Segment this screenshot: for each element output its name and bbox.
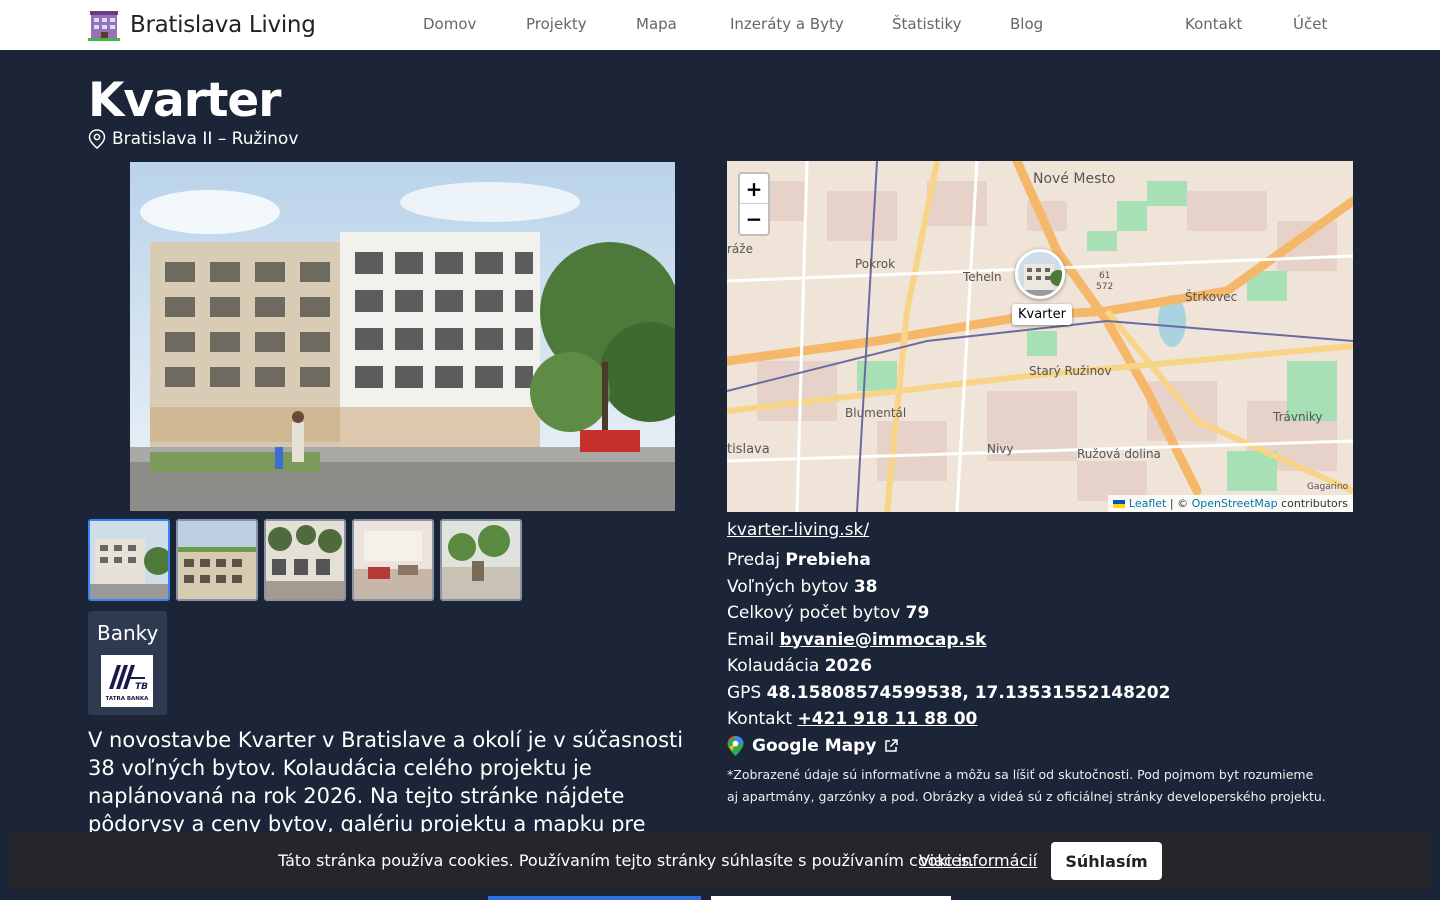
total-units-label: Celkový počet bytov <box>727 603 906 623</box>
map-marker[interactable] <box>1015 249 1065 299</box>
google-maps-label: Google Mapy <box>752 735 877 756</box>
email-label: Email <box>727 629 780 650</box>
sale-value: Prebieha <box>785 550 871 570</box>
project-description: V novostavbe Kvarter v Bratislave a okol… <box>88 728 684 836</box>
map-label: ráže <box>727 242 753 256</box>
map-label: Teheln <box>962 270 1002 284</box>
bank-name: TATRA BANKA <box>106 696 150 702</box>
map-label: Štrkovec <box>1185 289 1237 304</box>
gps-row: GPS 48.15808574599538, 17.13531552148202 <box>727 680 1347 707</box>
total-units-row: Celkový počet bytov 79 <box>727 600 1347 627</box>
zoom-out-button[interactable]: − <box>740 204 768 234</box>
phone-link[interactable]: +421 918 11 88 00 <box>797 709 977 729</box>
svg-text:TB: TB <box>135 682 148 692</box>
map-label: Gagarino <box>1307 482 1349 492</box>
nav-link-mapa[interactable]: Mapa <box>636 15 677 33</box>
gps-label: GPS <box>727 682 767 703</box>
gallery-thumbnail[interactable] <box>352 519 434 601</box>
nav-link-projekty[interactable]: Projekty <box>526 15 587 33</box>
sale-label: Predaj <box>727 550 786 570</box>
disclaimer-note: *Zobrazené údaje sú informatívne a môžu … <box>727 766 1326 804</box>
partially-hidden-button[interactable] <box>711 896 951 900</box>
free-units-value: 38 <box>853 576 878 597</box>
map-attribution: Leaflet | © OpenStreetMap contributors <box>1108 495 1353 512</box>
ukraine-flag-icon <box>1113 500 1126 508</box>
gallery-thumbnail[interactable] <box>176 519 258 601</box>
top-navbar: Bratislava Living Domov Projekty Mapa In… <box>0 0 1440 50</box>
marker-tooltip: Kvarter <box>1012 304 1072 325</box>
google-maps-link[interactable]: Google Mapy <box>727 733 1347 759</box>
nav-link-kontakt[interactable]: Kontakt <box>1185 15 1242 33</box>
gallery-thumbnail[interactable] <box>440 519 522 601</box>
free-units-label: Voľných bytov <box>727 576 854 597</box>
zoom-in-button[interactable]: + <box>740 174 768 204</box>
cookie-message: Táto stránka používa cookies. Používaním… <box>278 851 975 870</box>
banks-title: Banky <box>97 621 159 645</box>
brand[interactable]: Bratislava Living <box>88 8 316 42</box>
gallery-thumbnails <box>88 519 522 601</box>
location-text: Bratislava II – Ružinov <box>112 129 299 149</box>
leaflet-link[interactable]: Leaflet <box>1129 497 1166 510</box>
gallery-thumbnail[interactable] <box>264 519 346 601</box>
map-label: Nivy <box>987 442 1014 456</box>
nav-link-statistiky[interactable]: Štatistiky <box>892 15 962 33</box>
marker-building-image <box>1018 252 1062 296</box>
map-label: Blumentál <box>845 406 906 420</box>
main-project-image[interactable] <box>130 162 675 511</box>
cookie-banner: Táto stránka používa cookies. Používaním… <box>10 832 1430 890</box>
map-tiles: Nové Mesto Pokrok Teheln Štrkovec Starý … <box>727 161 1353 512</box>
free-units-row: Voľných bytov 38 <box>727 574 1347 601</box>
cookie-accept-button[interactable]: Súhlasím <box>1051 842 1162 880</box>
contact-row: Kontakt +421 918 11 88 00 <box>727 706 1347 733</box>
nav-link-blog[interactable]: Blog <box>1010 15 1043 33</box>
map-zoom-control: + − <box>738 172 770 236</box>
map-label: Pokrok <box>855 257 895 271</box>
map-label: Starý Ružinov <box>1029 364 1112 378</box>
total-units-value: 79 <box>905 603 930 623</box>
map-label: Trávniky <box>1272 410 1323 424</box>
nav-link-domov[interactable]: Domov <box>423 15 476 33</box>
map-label: 572 <box>1096 282 1113 292</box>
location-pin-icon <box>88 129 106 149</box>
osm-link[interactable]: OpenStreetMap <box>1192 497 1278 510</box>
gallery-thumbnail[interactable] <box>88 519 170 601</box>
google-maps-icon <box>727 735 744 756</box>
email-row: Email byvanie@immocap.sk <box>727 627 1347 654</box>
completion-value: 2026 <box>824 656 873 676</box>
banks-box: Banky TB TATRA BANKA <box>88 611 167 715</box>
building-render-image <box>130 162 675 511</box>
map-label: Ružová dolina <box>1077 447 1161 461</box>
cookie-more-info-link[interactable]: Viac informácií <box>919 851 1037 870</box>
contact-label: Kontakt <box>727 709 798 729</box>
project-location: Bratislava II – Ružinov <box>88 129 298 149</box>
page-title: Kvarter <box>88 73 281 128</box>
project-map[interactable]: Nové Mesto Pokrok Teheln Štrkovec Starý … <box>727 161 1353 512</box>
website-link[interactable]: kvarter-living.sk/ <box>727 520 1347 543</box>
project-details: kvarter-living.sk/ Predaj Prebieha Voľný… <box>727 520 1347 808</box>
completion-label: Kolaudácia <box>727 656 825 676</box>
map-label: tislava <box>727 442 770 457</box>
partially-hidden-button[interactable] <box>488 896 701 900</box>
gps-value: 48.15808574599538, 17.13531552148202 <box>766 682 1171 703</box>
nav-link-inzeraty[interactable]: Inzeráty a Byty <box>730 15 844 33</box>
sale-row: Predaj Prebieha <box>727 547 1347 574</box>
map-label: Nové Mesto <box>1033 171 1115 187</box>
email-link[interactable]: byvanie@immocap.sk <box>780 630 987 650</box>
external-link-icon <box>885 738 899 752</box>
building-logo-icon <box>88 11 120 41</box>
attribution-separator: | © <box>1166 497 1192 510</box>
completion-row: Kolaudácia 2026 <box>727 653 1347 680</box>
attribution-tail: contributors <box>1277 497 1348 510</box>
tatra-banka-logo[interactable]: TB TATRA BANKA <box>101 655 153 707</box>
brand-name: Bratislava Living <box>130 12 316 38</box>
nav-link-ucet[interactable]: Účet <box>1293 15 1327 33</box>
map-label: 61 <box>1099 271 1110 281</box>
